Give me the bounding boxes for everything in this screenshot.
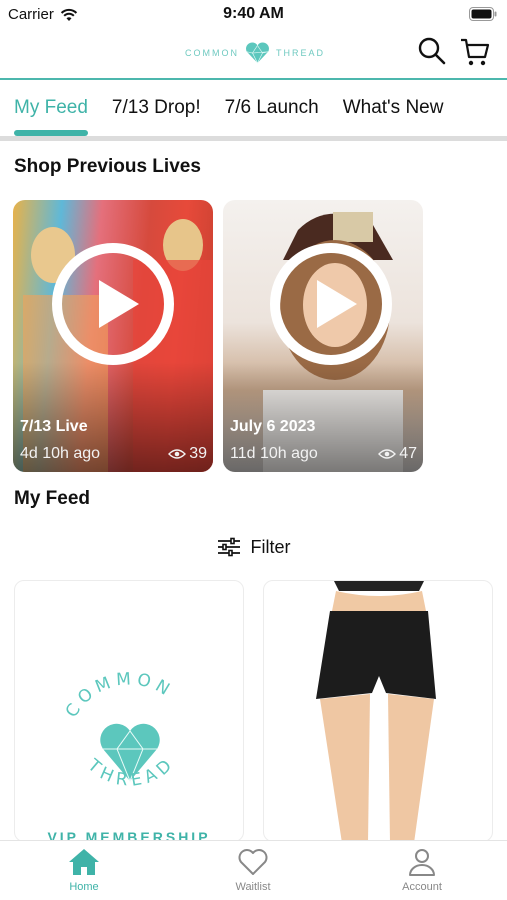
live-card[interactable]: July 6 2023 11d 10h ago 47 <box>223 200 423 472</box>
clock: 9:40 AM <box>223 5 284 22</box>
app-header: COMMON THREAD <box>0 30 507 78</box>
filter-label: Filter <box>250 536 291 557</box>
eye-icon <box>168 449 187 459</box>
nav-waitlist[interactable]: Waitlist <box>203 847 303 893</box>
tab-7-6-launch[interactable]: 7/6 Launch <box>225 80 319 136</box>
battery-icon <box>469 7 497 21</box>
search-icon[interactable] <box>417 36 447 66</box>
view-count-value: 39 <box>189 445 207 462</box>
nav-home[interactable]: Home <box>34 847 134 893</box>
feed-product-card[interactable] <box>263 580 493 842</box>
view-count-value: 47 <box>399 445 417 462</box>
cart-icon[interactable] <box>459 36 491 68</box>
my-feed-title: My Feed <box>14 488 91 509</box>
nav-home-label: Home <box>69 881 99 893</box>
live-card[interactable]: 7/13 Live 4d 10h ago 39 <box>13 200 213 472</box>
vip-logo-top-text: COMMON <box>62 669 177 721</box>
status-bar: Carrier 9:40 AM <box>0 0 507 30</box>
nav-waitlist-label: Waitlist <box>235 881 271 893</box>
live-time-ago: 4d 10h ago <box>20 445 101 462</box>
filter-button[interactable]: Filter <box>0 534 507 560</box>
previous-lives-title: Shop Previous Lives <box>14 156 201 177</box>
live-title: July 6 2023 <box>230 418 316 435</box>
feed-product-card[interactable]: COMMON THREAD VIP MEMBERSHIP <box>14 580 244 842</box>
live-title: 7/13 Live <box>20 418 88 435</box>
play-icon[interactable] <box>51 242 175 366</box>
tabs-divider <box>0 136 507 141</box>
bottom-tab-bar: Home Waitlist Account <box>0 840 507 900</box>
eye-icon <box>378 449 397 459</box>
vip-logo-image: COMMON THREAD <box>62 669 177 791</box>
heart-gem-logo-icon <box>246 42 269 64</box>
category-tabs: My Feed 7/13 Drop! 7/6 Launch What's New <box>0 80 507 136</box>
nav-account-label: Account <box>402 881 442 893</box>
sliders-icon <box>217 537 240 557</box>
home-icon <box>69 849 99 875</box>
header-actions <box>417 36 491 68</box>
play-icon[interactable] <box>269 242 393 366</box>
logo-word-right: THREAD <box>275 48 325 58</box>
live-view-count: 39 <box>168 445 207 463</box>
tab-my-feed[interactable]: My Feed <box>14 80 88 136</box>
live-time-ago: 11d 10h ago <box>230 445 318 462</box>
brand-logo[interactable]: COMMON THREAD <box>185 33 325 73</box>
live-view-count: 47 <box>378 445 417 463</box>
tab-whats-new[interactable]: What's New <box>343 80 444 136</box>
product-image <box>316 581 436 841</box>
heart-icon <box>238 849 268 875</box>
logo-word-left: COMMON <box>185 48 239 58</box>
tab-7-13-drop[interactable]: 7/13 Drop! <box>112 80 201 136</box>
person-icon <box>409 849 435 876</box>
nav-account[interactable]: Account <box>372 847 472 893</box>
